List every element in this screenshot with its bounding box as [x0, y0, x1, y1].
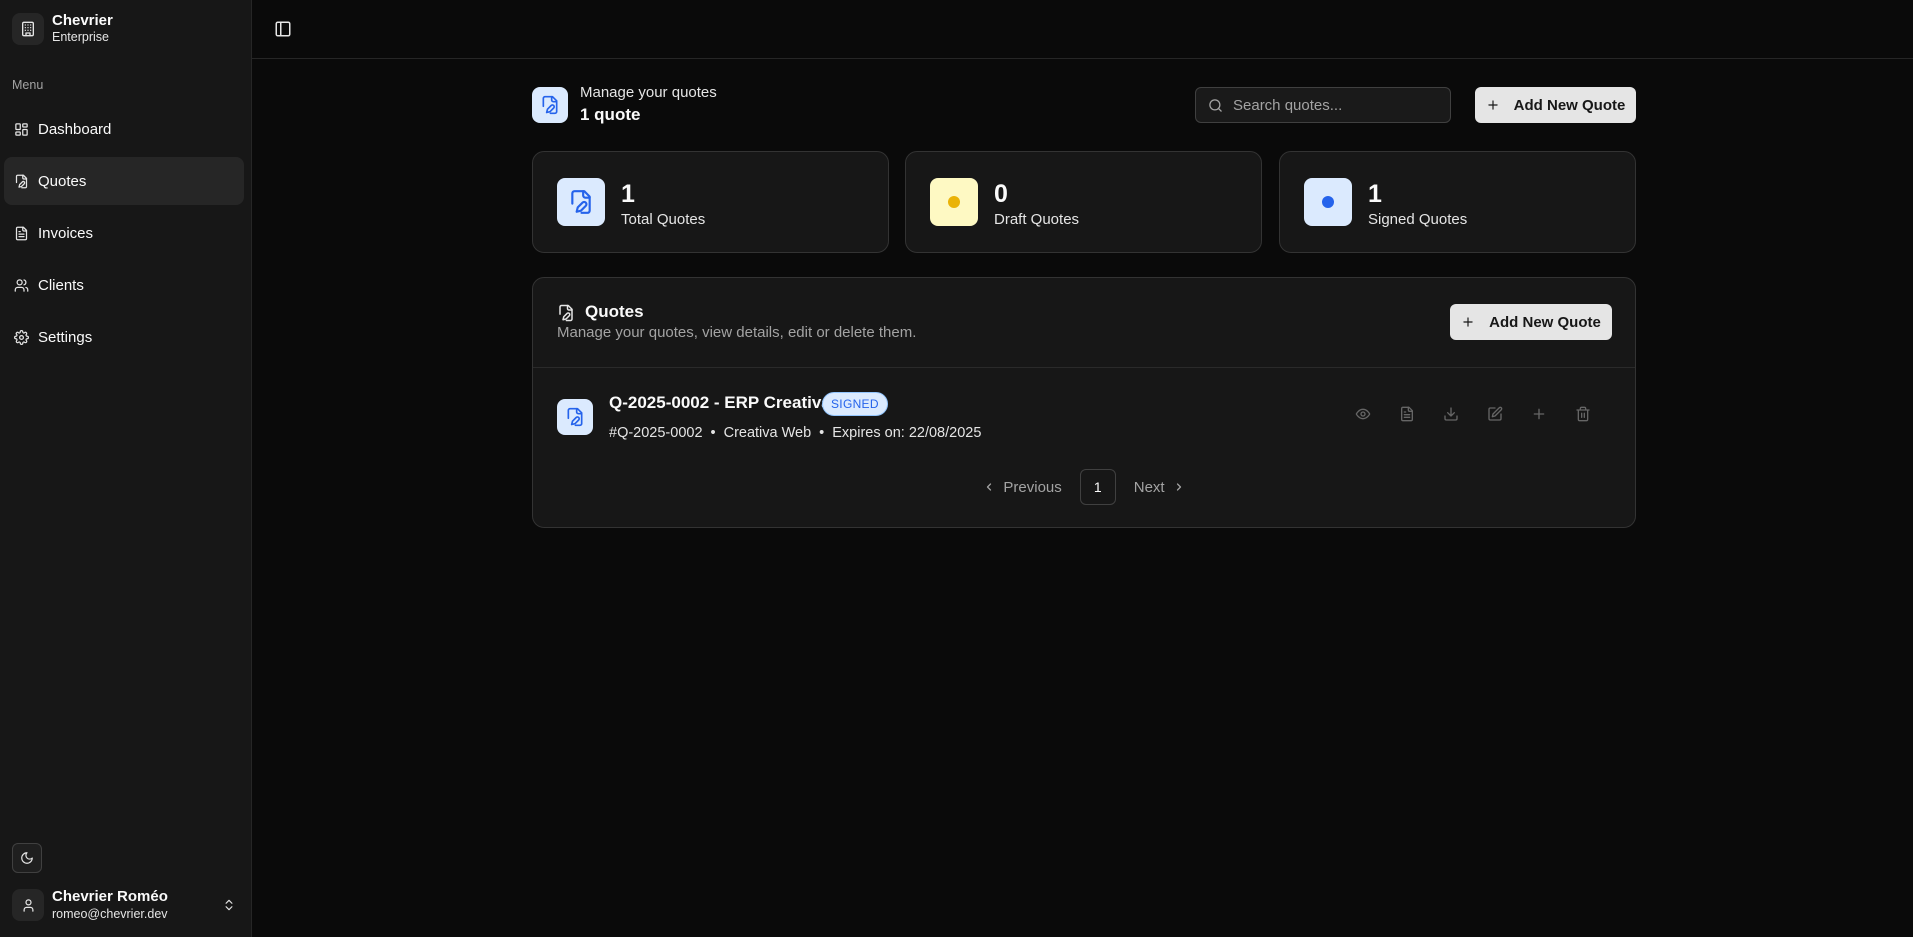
- page-number-button[interactable]: 1: [1079, 469, 1116, 505]
- add-new-quote-button[interactable]: Add New Quote: [1475, 87, 1636, 123]
- eye-icon[interactable]: [1355, 406, 1371, 422]
- button-label: Add New Quote: [1489, 313, 1601, 331]
- user-menu[interactable]: Chevrier Roméo romeo@chevrier.dev: [12, 887, 240, 923]
- file-pen-icon: [557, 304, 575, 322]
- sidebar-item-label: Dashboard: [38, 120, 112, 138]
- quote-client: Creativa Web: [723, 425, 812, 441]
- panel-header: Quotes Manage your quotes, view details,…: [533, 278, 1635, 368]
- stat-card-draft: 0 Draft Quotes: [905, 151, 1262, 253]
- stat-icon: [930, 178, 978, 226]
- edit-icon[interactable]: [1487, 406, 1503, 422]
- file-text-icon: [14, 226, 29, 241]
- layout-grid-icon: [14, 122, 29, 137]
- chevron-right-icon: [1173, 481, 1185, 493]
- file-pen-icon: [568, 189, 594, 215]
- stat-label: Signed Quotes: [1368, 211, 1468, 228]
- sidebar-nav: Dashboard Quotes Invoices Clients Settin…: [4, 105, 244, 365]
- quote-icon: [557, 399, 593, 435]
- theme-toggle-button[interactable]: [12, 843, 42, 873]
- file-pen-icon: [14, 174, 29, 189]
- download-icon[interactable]: [1443, 406, 1459, 422]
- quote-title[interactable]: Q-2025-0002 - ERP Creativa: [609, 393, 831, 413]
- previous-label: Previous: [1003, 478, 1062, 496]
- button-label: Add New Quote: [1513, 96, 1626, 114]
- next-label: Next: [1133, 478, 1165, 496]
- user-email: romeo@chevrier.dev: [52, 906, 168, 921]
- brand-logo: [12, 12, 44, 45]
- pagination: Previous 1 Next: [533, 469, 1635, 505]
- quote-count: 1 quote: [580, 105, 641, 124]
- sidebar: Chevrier Enterprise Menu Dashboard Quote…: [0, 0, 252, 937]
- moon-icon: [20, 851, 34, 865]
- search-icon: [1208, 98, 1223, 113]
- sidebar-item-label: Settings: [38, 328, 93, 346]
- stat-icon: [1304, 178, 1352, 226]
- sidebar-item-label: Clients: [38, 276, 84, 294]
- search-input[interactable]: [1233, 96, 1433, 114]
- stat-label: Draft Quotes: [994, 211, 1080, 228]
- separator: •: [819, 425, 825, 441]
- row-actions: [1355, 406, 1591, 422]
- dot-icon: [948, 196, 960, 208]
- sidebar-item-clients[interactable]: Clients: [4, 261, 244, 309]
- sidebar-item-invoices[interactable]: Invoices: [4, 209, 244, 257]
- sidebar-item-label: Invoices: [38, 224, 94, 242]
- user-icon: [21, 898, 36, 913]
- user-name: Chevrier Roméo: [52, 887, 168, 905]
- previous-page-button[interactable]: Previous: [979, 469, 1065, 505]
- brand[interactable]: Chevrier Enterprise: [12, 12, 113, 45]
- page-header-icon: [532, 87, 568, 123]
- stat-label: Total Quotes: [621, 211, 706, 228]
- panel-title: Quotes: [585, 302, 644, 321]
- file-text-icon[interactable]: [1399, 406, 1415, 422]
- plus-icon: [1486, 98, 1500, 112]
- trash-icon[interactable]: [1575, 406, 1591, 422]
- file-pen-icon: [540, 95, 560, 115]
- quotes-panel: Quotes Manage your quotes, view details,…: [532, 277, 1636, 528]
- plus-icon[interactable]: [1531, 406, 1547, 422]
- menu-label: Menu: [12, 78, 44, 92]
- separator: •: [710, 425, 716, 441]
- panel-add-new-quote-button[interactable]: Add New Quote: [1450, 304, 1612, 340]
- sidebar-item-settings[interactable]: Settings: [4, 313, 244, 361]
- gear-icon: [14, 329, 29, 345]
- panel-description: Manage your quotes, view details, edit o…: [557, 324, 917, 341]
- status-badge: SIGNED: [822, 392, 888, 416]
- file-pen-icon: [565, 407, 585, 427]
- page-subtitle: Manage your quotes: [580, 84, 717, 101]
- stat-card-signed: 1 Signed Quotes: [1279, 151, 1636, 253]
- topbar: [252, 0, 1913, 59]
- stat-value: 0: [994, 180, 1008, 208]
- next-page-button[interactable]: Next: [1130, 469, 1189, 505]
- sidebar-toggle-icon[interactable]: [274, 20, 292, 38]
- sidebar-item-quotes[interactable]: Quotes: [4, 157, 244, 205]
- search-box[interactable]: [1195, 87, 1451, 123]
- sidebar-item-label: Quotes: [38, 172, 87, 190]
- quote-number: #Q-2025-0002: [609, 425, 703, 441]
- chevron-left-icon: [983, 481, 995, 493]
- stat-value: 1: [621, 180, 635, 208]
- stat-card-total: 1 Total Quotes: [532, 151, 889, 253]
- dot-icon: [1322, 196, 1334, 208]
- brand-subtitle: Enterprise: [52, 30, 109, 44]
- stat-icon: [557, 178, 605, 226]
- quote-meta: #Q-2025-0002 • Creativa Web • Expires on…: [609, 425, 981, 441]
- users-icon: [14, 278, 29, 293]
- stat-value: 1: [1368, 180, 1382, 208]
- plus-icon: [1461, 315, 1475, 329]
- quote-expires: Expires on: 22/08/2025: [832, 425, 982, 441]
- chevrons-up-down-icon: [222, 898, 236, 912]
- brand-name: Chevrier: [52, 12, 113, 29]
- avatar: [12, 889, 44, 921]
- sidebar-item-dashboard[interactable]: Dashboard: [4, 105, 244, 153]
- building-icon: [20, 21, 36, 37]
